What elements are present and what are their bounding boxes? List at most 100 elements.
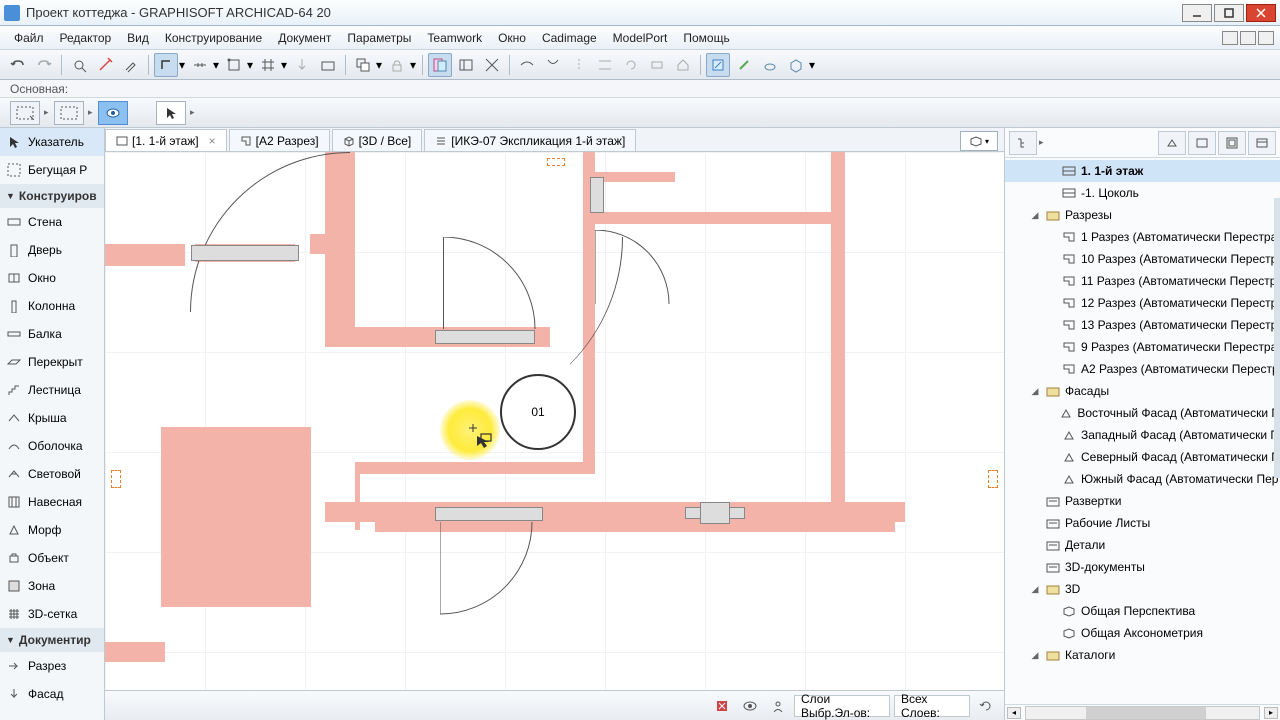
menu-editor[interactable]: Редактор	[52, 28, 120, 48]
nav-tree-expand[interactable]: ▸	[1039, 137, 1045, 148]
inject-button[interactable]	[93, 53, 117, 77]
rotate-button[interactable]	[619, 53, 643, 77]
tab-floor-1[interactable]: [1. 1-й этаж] ×	[105, 129, 227, 151]
ortho-dropdown[interactable]: ▾	[178, 58, 186, 72]
tool-window[interactable]: Окно	[0, 264, 104, 292]
nav-item[interactable]: 13 Разрез (Автоматически Перестр	[1005, 314, 1280, 336]
nav-item[interactable]: Детали	[1005, 534, 1280, 556]
gravity-button[interactable]	[290, 53, 314, 77]
mode-quick-select[interactable]	[98, 101, 128, 125]
snap-button[interactable]	[222, 53, 246, 77]
nav-publisher-button[interactable]	[1248, 131, 1276, 155]
tool-stair[interactable]: Лестница	[0, 376, 104, 404]
guide-dropdown[interactable]: ▾	[212, 58, 220, 72]
mode-1-expand[interactable]: ▸	[44, 107, 50, 118]
cursor-mode[interactable]	[156, 101, 186, 125]
reference-button[interactable]	[454, 53, 478, 77]
tool-mesh[interactable]: 3D-сетка	[0, 600, 104, 628]
hscroll-thumb[interactable]	[1086, 707, 1206, 719]
layers-dropdown[interactable]: ▾	[375, 58, 383, 72]
menu-view[interactable]: Вид	[119, 28, 157, 48]
nav-item[interactable]: Общая Аксонометрия	[1005, 622, 1280, 644]
tool-morph[interactable]: Морф	[0, 516, 104, 544]
measure-button[interactable]	[515, 53, 539, 77]
menu-options[interactable]: Параметры	[339, 28, 419, 48]
expand-icon[interactable]: ◢	[1029, 210, 1041, 221]
close-button[interactable]	[1246, 4, 1276, 22]
doc-close-button[interactable]	[1258, 31, 1274, 45]
tool-column[interactable]: Колонна	[0, 292, 104, 320]
tool-beam[interactable]: Балка	[0, 320, 104, 348]
nav-tree-button[interactable]	[1009, 131, 1037, 155]
cloud-button[interactable]	[758, 53, 782, 77]
status-layer-selected[interactable]: Слои Выбр.Эл-ов:	[794, 695, 890, 717]
drawing-canvas[interactable]: 01 Слои Выбр.Эл-ов: Всех Слоев:	[105, 152, 1004, 720]
grid-dropdown[interactable]: ▾	[280, 58, 288, 72]
nav-item[interactable]: ◢Каталоги	[1005, 644, 1280, 666]
nav-item[interactable]: Северный Фасад (Автоматически П	[1005, 446, 1280, 468]
magic-wand-button[interactable]	[706, 53, 730, 77]
home-button[interactable]	[671, 53, 695, 77]
menu-document[interactable]: Документ	[270, 28, 339, 48]
tool-roof[interactable]: Крыша	[0, 404, 104, 432]
snap-dropdown[interactable]: ▾	[246, 58, 254, 72]
nav-item[interactable]: А2 Разрез (Автоматически Перестр	[1005, 358, 1280, 380]
tool-shell[interactable]: Оболочка	[0, 432, 104, 460]
tool-section[interactable]: Разрез	[0, 652, 104, 680]
cursor-expand[interactable]: ▸	[190, 107, 196, 118]
menu-teamwork[interactable]: Teamwork	[419, 28, 490, 48]
menu-file[interactable]: Файл	[6, 28, 52, 48]
ortho-button[interactable]	[154, 53, 178, 77]
pick-button[interactable]	[67, 53, 91, 77]
view-settings-button[interactable]: ▾	[960, 131, 998, 151]
nav-item[interactable]: 10 Разрез (Автоматически Перестр	[1005, 248, 1280, 270]
nav-item[interactable]: Общая Перспектива	[1005, 600, 1280, 622]
tool-zone[interactable]: Зона	[0, 572, 104, 600]
menu-design[interactable]: Конструирование	[157, 28, 270, 48]
lock-dropdown[interactable]: ▾	[409, 58, 417, 72]
tab-close-icon[interactable]: ×	[209, 134, 216, 148]
doc-minimize-button[interactable]	[1222, 31, 1238, 45]
link-button[interactable]	[645, 53, 669, 77]
trim-button[interactable]	[541, 53, 565, 77]
zone-marker[interactable]: 01	[500, 374, 576, 450]
expand-icon[interactable]: ◢	[1029, 584, 1041, 595]
nav-item[interactable]: -1. Цоколь	[1005, 182, 1280, 204]
nav-item[interactable]: Восточный Фасад (Автоматически П	[1005, 402, 1280, 424]
nav-layout-button[interactable]	[1218, 131, 1246, 155]
tool-marquee[interactable]: Бегущая Р	[0, 156, 104, 184]
menu-cadimage[interactable]: Cadimage	[534, 28, 605, 48]
tool-object[interactable]: Объект	[0, 544, 104, 572]
trace-button[interactable]	[428, 53, 452, 77]
tool-skylight[interactable]: Световой	[0, 460, 104, 488]
tool-pointer[interactable]: Указатель	[0, 128, 104, 156]
status-person-icon[interactable]	[766, 695, 790, 717]
box-button[interactable]	[784, 53, 808, 77]
undo-button[interactable]	[6, 53, 30, 77]
align-button[interactable]	[593, 53, 617, 77]
nav-map-button[interactable]	[1158, 131, 1186, 155]
nav-item[interactable]: ◢Разрезы	[1005, 204, 1280, 226]
status-delete-icon[interactable]	[710, 695, 734, 717]
tab-3d[interactable]: [3D / Все]	[332, 129, 423, 151]
nav-item[interactable]: 11 Разрез (Автоматически Перестр	[1005, 270, 1280, 292]
nav-item[interactable]: ◢Фасады	[1005, 380, 1280, 402]
redo-button[interactable]	[32, 53, 56, 77]
tool-slab[interactable]: Перекрыт	[0, 348, 104, 376]
nav-view-button[interactable]	[1188, 131, 1216, 155]
menu-modelport[interactable]: ModelPort	[605, 28, 676, 48]
expand-icon[interactable]: ◢	[1029, 650, 1041, 661]
tool-wall[interactable]: Стена	[0, 208, 104, 236]
syringe-button[interactable]	[119, 53, 143, 77]
nav-item[interactable]: Южный Фасад (Автоматически Пер	[1005, 468, 1280, 490]
menu-window[interactable]: Окно	[490, 28, 534, 48]
nav-item[interactable]: Рабочие Листы	[1005, 512, 1280, 534]
nav-item[interactable]: Развертки	[1005, 490, 1280, 512]
minimize-button[interactable]	[1182, 4, 1212, 22]
maximize-button[interactable]	[1214, 4, 1244, 22]
guide-button[interactable]	[188, 53, 212, 77]
nav-item[interactable]: 3D-документы	[1005, 556, 1280, 578]
scrollbar-track[interactable]	[1274, 198, 1280, 478]
grid-button[interactable]	[256, 53, 280, 77]
nav-item[interactable]: 9 Разрез (Автоматически Перестра	[1005, 336, 1280, 358]
